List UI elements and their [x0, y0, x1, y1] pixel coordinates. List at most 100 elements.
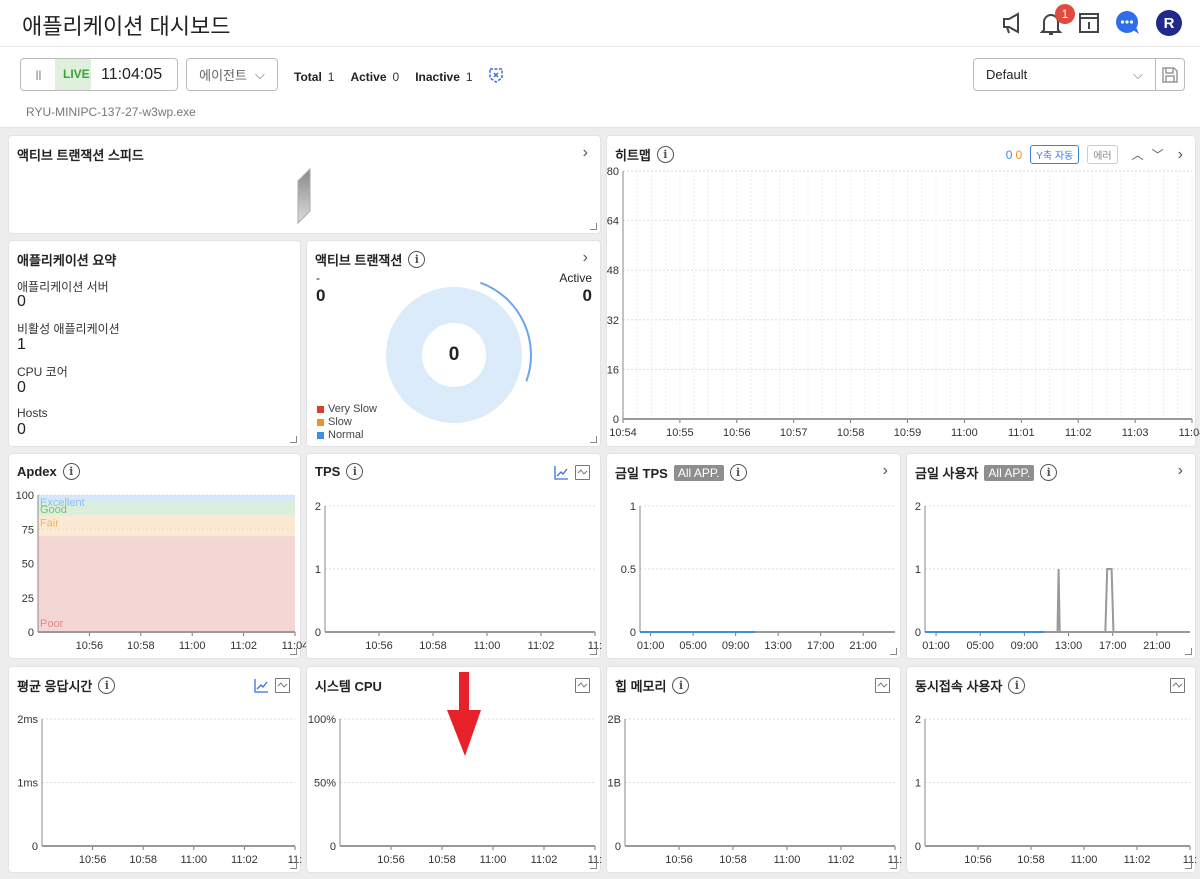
x-tick-label: 10:58 — [719, 854, 747, 866]
x-tick-label: 11:00 — [774, 854, 801, 866]
avatar[interactable]: R — [1156, 10, 1182, 36]
resize-handle[interactable] — [590, 223, 597, 230]
inactive-label: Inactive — [415, 69, 460, 84]
app-name: RYU-MINIPC-137-27-w3wp.exe — [26, 105, 196, 119]
resize-handle[interactable] — [1185, 862, 1192, 869]
y-tick-label: 0 — [630, 627, 636, 639]
x-tick-label: 11:02 — [1065, 427, 1092, 439]
band-label: Excellent — [40, 497, 85, 509]
x-tick-label: 10:56 — [76, 640, 104, 652]
x-tick-label: 11:00 — [480, 854, 507, 866]
x-tick-label: 11:01 — [1008, 427, 1035, 439]
info-icon[interactable]: i — [408, 251, 426, 268]
live-control[interactable]: II LIVE 11:04:05 — [20, 58, 178, 91]
x-tick-label: 11:02 — [1124, 854, 1151, 866]
x-tick-label: 13:00 — [1055, 640, 1083, 652]
x-tick-label: 11:02 — [828, 854, 855, 866]
avg-response-chart[interactable]: 01ms2ms10:56 10:58 11:00 11:02 11: — [9, 667, 302, 874]
y-tick-label: 2 — [915, 714, 921, 726]
chevron-right-icon[interactable]: › — [583, 144, 588, 162]
megaphone-icon[interactable] — [1000, 10, 1026, 36]
y-tick-label: 80 — [607, 166, 619, 178]
live-time: 11:04:05 — [101, 65, 163, 83]
today-tps-chart[interactable]: 0 0.5 1 01:00 05:00 09:00 13:00 17:00 21:00 — [607, 454, 902, 660]
save-button[interactable] — [1155, 58, 1185, 91]
resize-handle[interactable] — [890, 862, 897, 869]
x-tick-label: 21:00 — [849, 640, 877, 652]
series-line — [1056, 568, 1115, 633]
resize-handle[interactable] — [290, 862, 297, 869]
total-value: 1 — [327, 69, 335, 84]
left-value: 0 — [316, 286, 326, 305]
y-tick-label: 1B — [608, 778, 621, 790]
chat-icon[interactable] — [1115, 10, 1141, 36]
apdex-chart[interactable]: PoorFairGoodExcellent025507510010:56 10:5… — [9, 454, 309, 660]
y-tick-label: 0.5 — [621, 564, 636, 576]
resize-handle[interactable] — [590, 436, 597, 443]
x-tick-label: 11:00 — [951, 427, 978, 439]
red-arrow-annotation — [447, 672, 481, 756]
y-tick-label: 1 — [915, 778, 921, 790]
heap-chart[interactable]: 01B2B10:56 10:58 11:00 11:02 11: — [607, 667, 903, 874]
x-tick-label: 10:56 — [79, 854, 107, 866]
summary-value: 1 — [17, 336, 26, 353]
y-tick-label: 1ms — [17, 778, 38, 790]
summary-label: CPU 코어 — [17, 365, 68, 379]
preset-dropdown[interactable]: Default ⌵ — [973, 58, 1156, 91]
x-tick-label: 10:58 — [127, 640, 155, 652]
apdex-band — [38, 515, 295, 537]
page-title: 애플리케이션 대시보드 — [22, 14, 231, 39]
panel-title: 액티브 트랜잭션 — [315, 253, 403, 268]
x-tick-label: 11:00 — [1071, 854, 1098, 866]
today-users-chart[interactable]: 0 1 2 01:00 05:00 09:00 13:00 17:00 21:00 — [907, 454, 1197, 660]
x-tick-label: 11:02 — [230, 640, 257, 652]
panel-concurrent-users: 동시접속 사용자 i 0 1 2 10:56 10:58 11:00 11:02 11: — [906, 666, 1197, 874]
x-tick-label: 17:00 — [807, 640, 835, 652]
resize-handle[interactable] — [1185, 648, 1192, 655]
shield-x-icon[interactable] — [488, 67, 503, 86]
y-tick-label: 1 — [915, 564, 921, 576]
summary-label: 비활성 애플리케이션 — [17, 322, 120, 336]
x-tick-label: 10:56 — [723, 427, 751, 439]
x-tick-label: 21:00 — [1143, 640, 1171, 652]
resize-handle[interactable] — [290, 436, 297, 443]
concurrent-users-chart[interactable]: 01210:56 10:58 11:00 11:02 11: — [907, 667, 1197, 874]
total-label: Total — [294, 69, 322, 84]
x-tick-label: 10:57 — [780, 427, 808, 439]
panel-active-tx: 액티브 트랜잭션 i › - 0 Active 0 0 Very Slow Slo… — [306, 240, 601, 447]
y-tick-label: 2ms — [17, 714, 38, 726]
resize-handle[interactable] — [890, 648, 897, 655]
x-tick-label: 10:58 — [837, 427, 865, 439]
pause-button[interactable]: II — [21, 67, 55, 83]
chevron-right-icon[interactable]: › — [583, 249, 588, 267]
panel-title: 애플리케이션 요약 — [17, 253, 117, 268]
y-tick-label: 100% — [308, 714, 336, 726]
resize-handle[interactable] — [590, 648, 597, 655]
tps-chart[interactable]: 01210:56 10:58 11:00 11:02 11: — [307, 454, 602, 660]
center-value: 0 — [448, 344, 460, 365]
active-label: Active — [559, 271, 592, 285]
active-value: 0 — [392, 69, 400, 84]
y-tick-label: 75 — [22, 524, 34, 536]
x-tick-label: 11:02 — [231, 854, 258, 866]
panel-heatmap: 히트맵 i 0 0 Y축 자동 에러 ︿ ﹀ › 0 16 32 48 64 80 10:54… — [606, 135, 1200, 448]
summary-label: Hosts — [17, 406, 48, 420]
resize-handle[interactable] — [590, 862, 597, 869]
x-tick-label: 09:00 — [1011, 640, 1039, 652]
panel-apdex: Apdex i Poor Fair Good Excellent 0 25 50 75 100 10… — [8, 453, 309, 660]
notice-icon[interactable] — [1077, 11, 1101, 35]
y-tick-label: 0 — [613, 414, 619, 426]
x-tick-label: 01:00 — [922, 640, 950, 652]
y-tick-label: 1 — [315, 564, 321, 576]
heatmap-chart[interactable]: 0 16 32 48 64 80 10:54 10:55 10:56 10:57 10:58 10:5… — [607, 136, 1200, 448]
x-tick-label: 10:56 — [377, 854, 405, 866]
y-tick-label: 32 — [607, 315, 619, 327]
summary-value: 0 — [17, 293, 26, 310]
x-tick-label: 17:00 — [1099, 640, 1127, 652]
agent-dropdown[interactable]: 에이전트 ⌵ — [186, 58, 278, 91]
x-tick-label: 10:58 — [129, 854, 157, 866]
legend-very-slow: Very Slow — [317, 403, 377, 415]
summary-value: 0 — [17, 379, 26, 396]
x-tick-label: 11:04 — [1179, 427, 1200, 439]
resize-handle[interactable] — [290, 648, 297, 655]
